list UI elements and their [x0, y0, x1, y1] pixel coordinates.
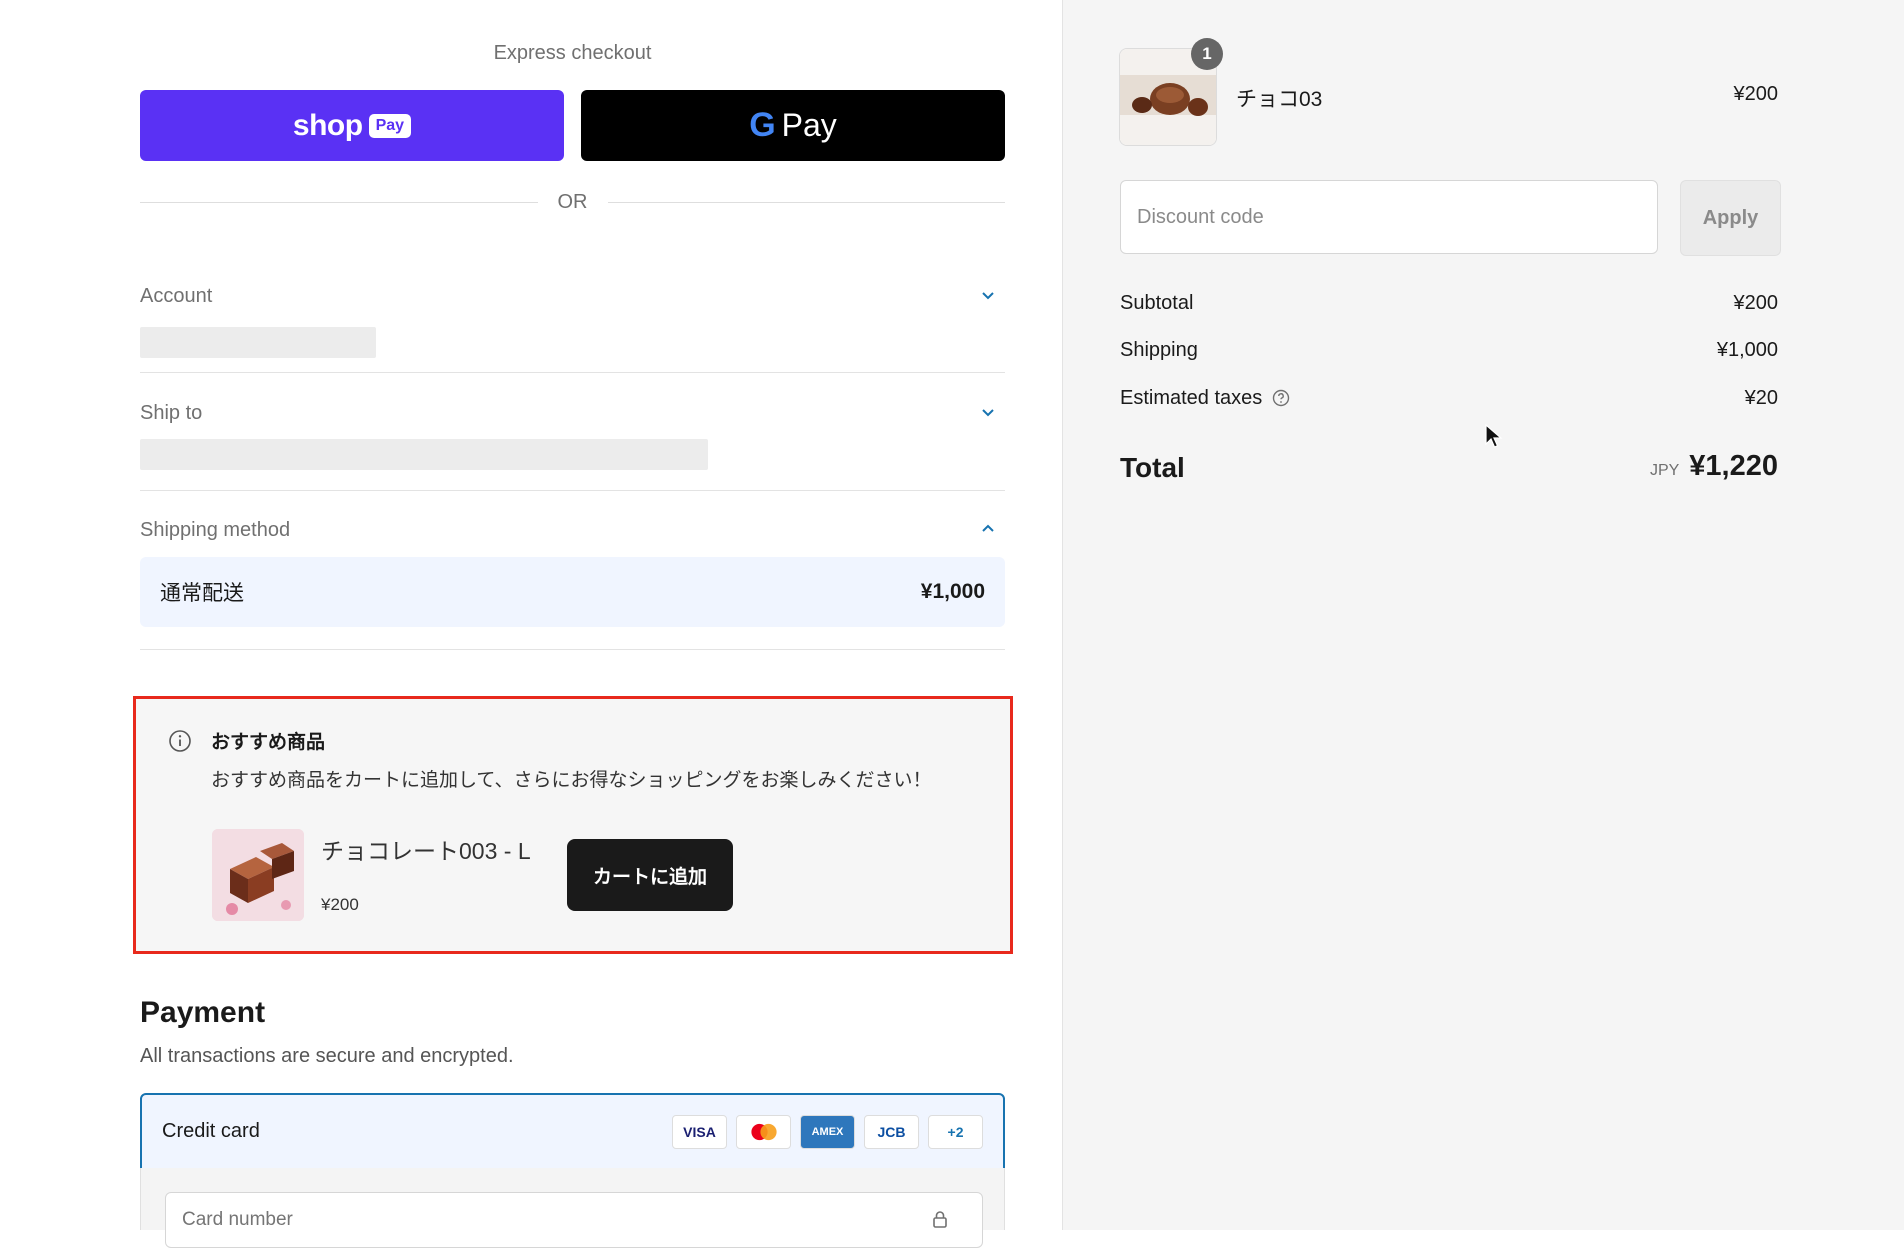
shipping-method-section-label: Shipping method	[140, 519, 291, 541]
ship-to-section-label: Ship to	[140, 402, 203, 424]
shipping-option-standard[interactable]: 通常配送 ¥1,000	[140, 557, 1005, 627]
subtotal-label: Subtotal	[1120, 292, 1194, 314]
recommended-product-image	[212, 829, 304, 921]
shipping-value: ¥1,000	[1716, 339, 1778, 361]
shop-pay-logo-tag: Pay	[368, 113, 412, 138]
credit-card-option[interactable]: Credit card VISA AMEX JCB +2	[140, 1093, 1005, 1170]
total-amount: ¥1,220	[1689, 450, 1778, 482]
discount-code-input[interactable]	[1120, 180, 1658, 254]
recommended-product-name: チョコレート003 - L	[321, 838, 531, 864]
lock-icon	[933, 1211, 947, 1228]
account-section-label: Account	[140, 285, 213, 307]
express-checkout-title: Express checkout	[493, 42, 652, 64]
divider-line	[607, 201, 1005, 203]
amex-card-icon: AMEX	[800, 1114, 855, 1149]
google-g-icon: G	[749, 106, 776, 144]
recommendation-title: おすすめ商品	[211, 732, 326, 753]
visa-card-icon: VISA	[672, 1114, 727, 1149]
account-value-redacted	[140, 327, 376, 358]
payment-title: Payment	[140, 996, 266, 1029]
shipping-option-name: 通常配送	[160, 582, 244, 605]
chevron-up-icon[interactable]	[975, 516, 1001, 542]
mastercard-card-icon	[736, 1114, 791, 1149]
shop-pay-logo-word: shop	[292, 108, 363, 142]
google-pay-button[interactable]: G Pay	[581, 90, 1005, 161]
add-to-cart-button[interactable]: カートに追加	[567, 839, 733, 911]
total-currency: JPY	[1649, 462, 1680, 479]
payment-subtitle: All transactions are secure and encrypte…	[140, 1045, 514, 1067]
checkout-main: Express checkout shop Pay G Pay OR Accou…	[0, 0, 1062, 1248]
estimated-taxes-label: Estimated taxes	[1120, 387, 1263, 409]
chevron-down-icon[interactable]	[975, 282, 1001, 308]
subtotal-value: ¥200	[1733, 292, 1779, 314]
section-divider	[140, 372, 1005, 373]
section-divider	[140, 490, 1005, 491]
credit-card-label: Credit card	[162, 1120, 260, 1142]
card-number-input[interactable]	[165, 1192, 983, 1248]
help-icon[interactable]	[1272, 389, 1290, 407]
google-pay-label: Pay	[781, 107, 837, 143]
recommendation-description: おすすめ商品をカートに追加して、さらにお得なショッピングをお楽しみください！	[211, 770, 932, 791]
info-icon	[169, 730, 191, 752]
or-divider: OR	[140, 190, 1005, 214]
chevron-down-icon[interactable]	[975, 399, 1001, 425]
or-text: OR	[557, 190, 588, 213]
jcb-card-icon: JCB	[864, 1114, 919, 1149]
recommended-product-price: ¥200	[321, 895, 359, 914]
estimated-taxes-value: ¥20	[1744, 387, 1778, 409]
item-quantity-badge: 1	[1191, 38, 1223, 70]
mouse-cursor-icon	[1485, 424, 1503, 448]
shop-pay-button[interactable]: shop Pay	[140, 90, 564, 161]
estimated-taxes-row: Estimated taxes	[1120, 387, 1290, 410]
shipping-option-price: ¥1,000	[920, 580, 985, 603]
order-item-price: ¥200	[1733, 83, 1779, 105]
more-cards-badge: +2	[928, 1114, 983, 1149]
total-label: Total	[1120, 452, 1185, 483]
divider-line	[140, 201, 538, 203]
credit-card-fields	[140, 1168, 1005, 1248]
recommended-product-box: おすすめ商品 おすすめ商品をカートに追加して、さらにお得なショッピングをお楽しみ…	[133, 696, 1013, 954]
total-value-row: JPY ¥1,220	[1560, 450, 1778, 483]
section-divider	[140, 649, 1005, 650]
apply-discount-button[interactable]: Apply	[1680, 180, 1781, 256]
ship-to-value-redacted	[140, 439, 708, 470]
shipping-label: Shipping	[1120, 339, 1198, 361]
order-item-name: チョコ03	[1236, 88, 1323, 111]
